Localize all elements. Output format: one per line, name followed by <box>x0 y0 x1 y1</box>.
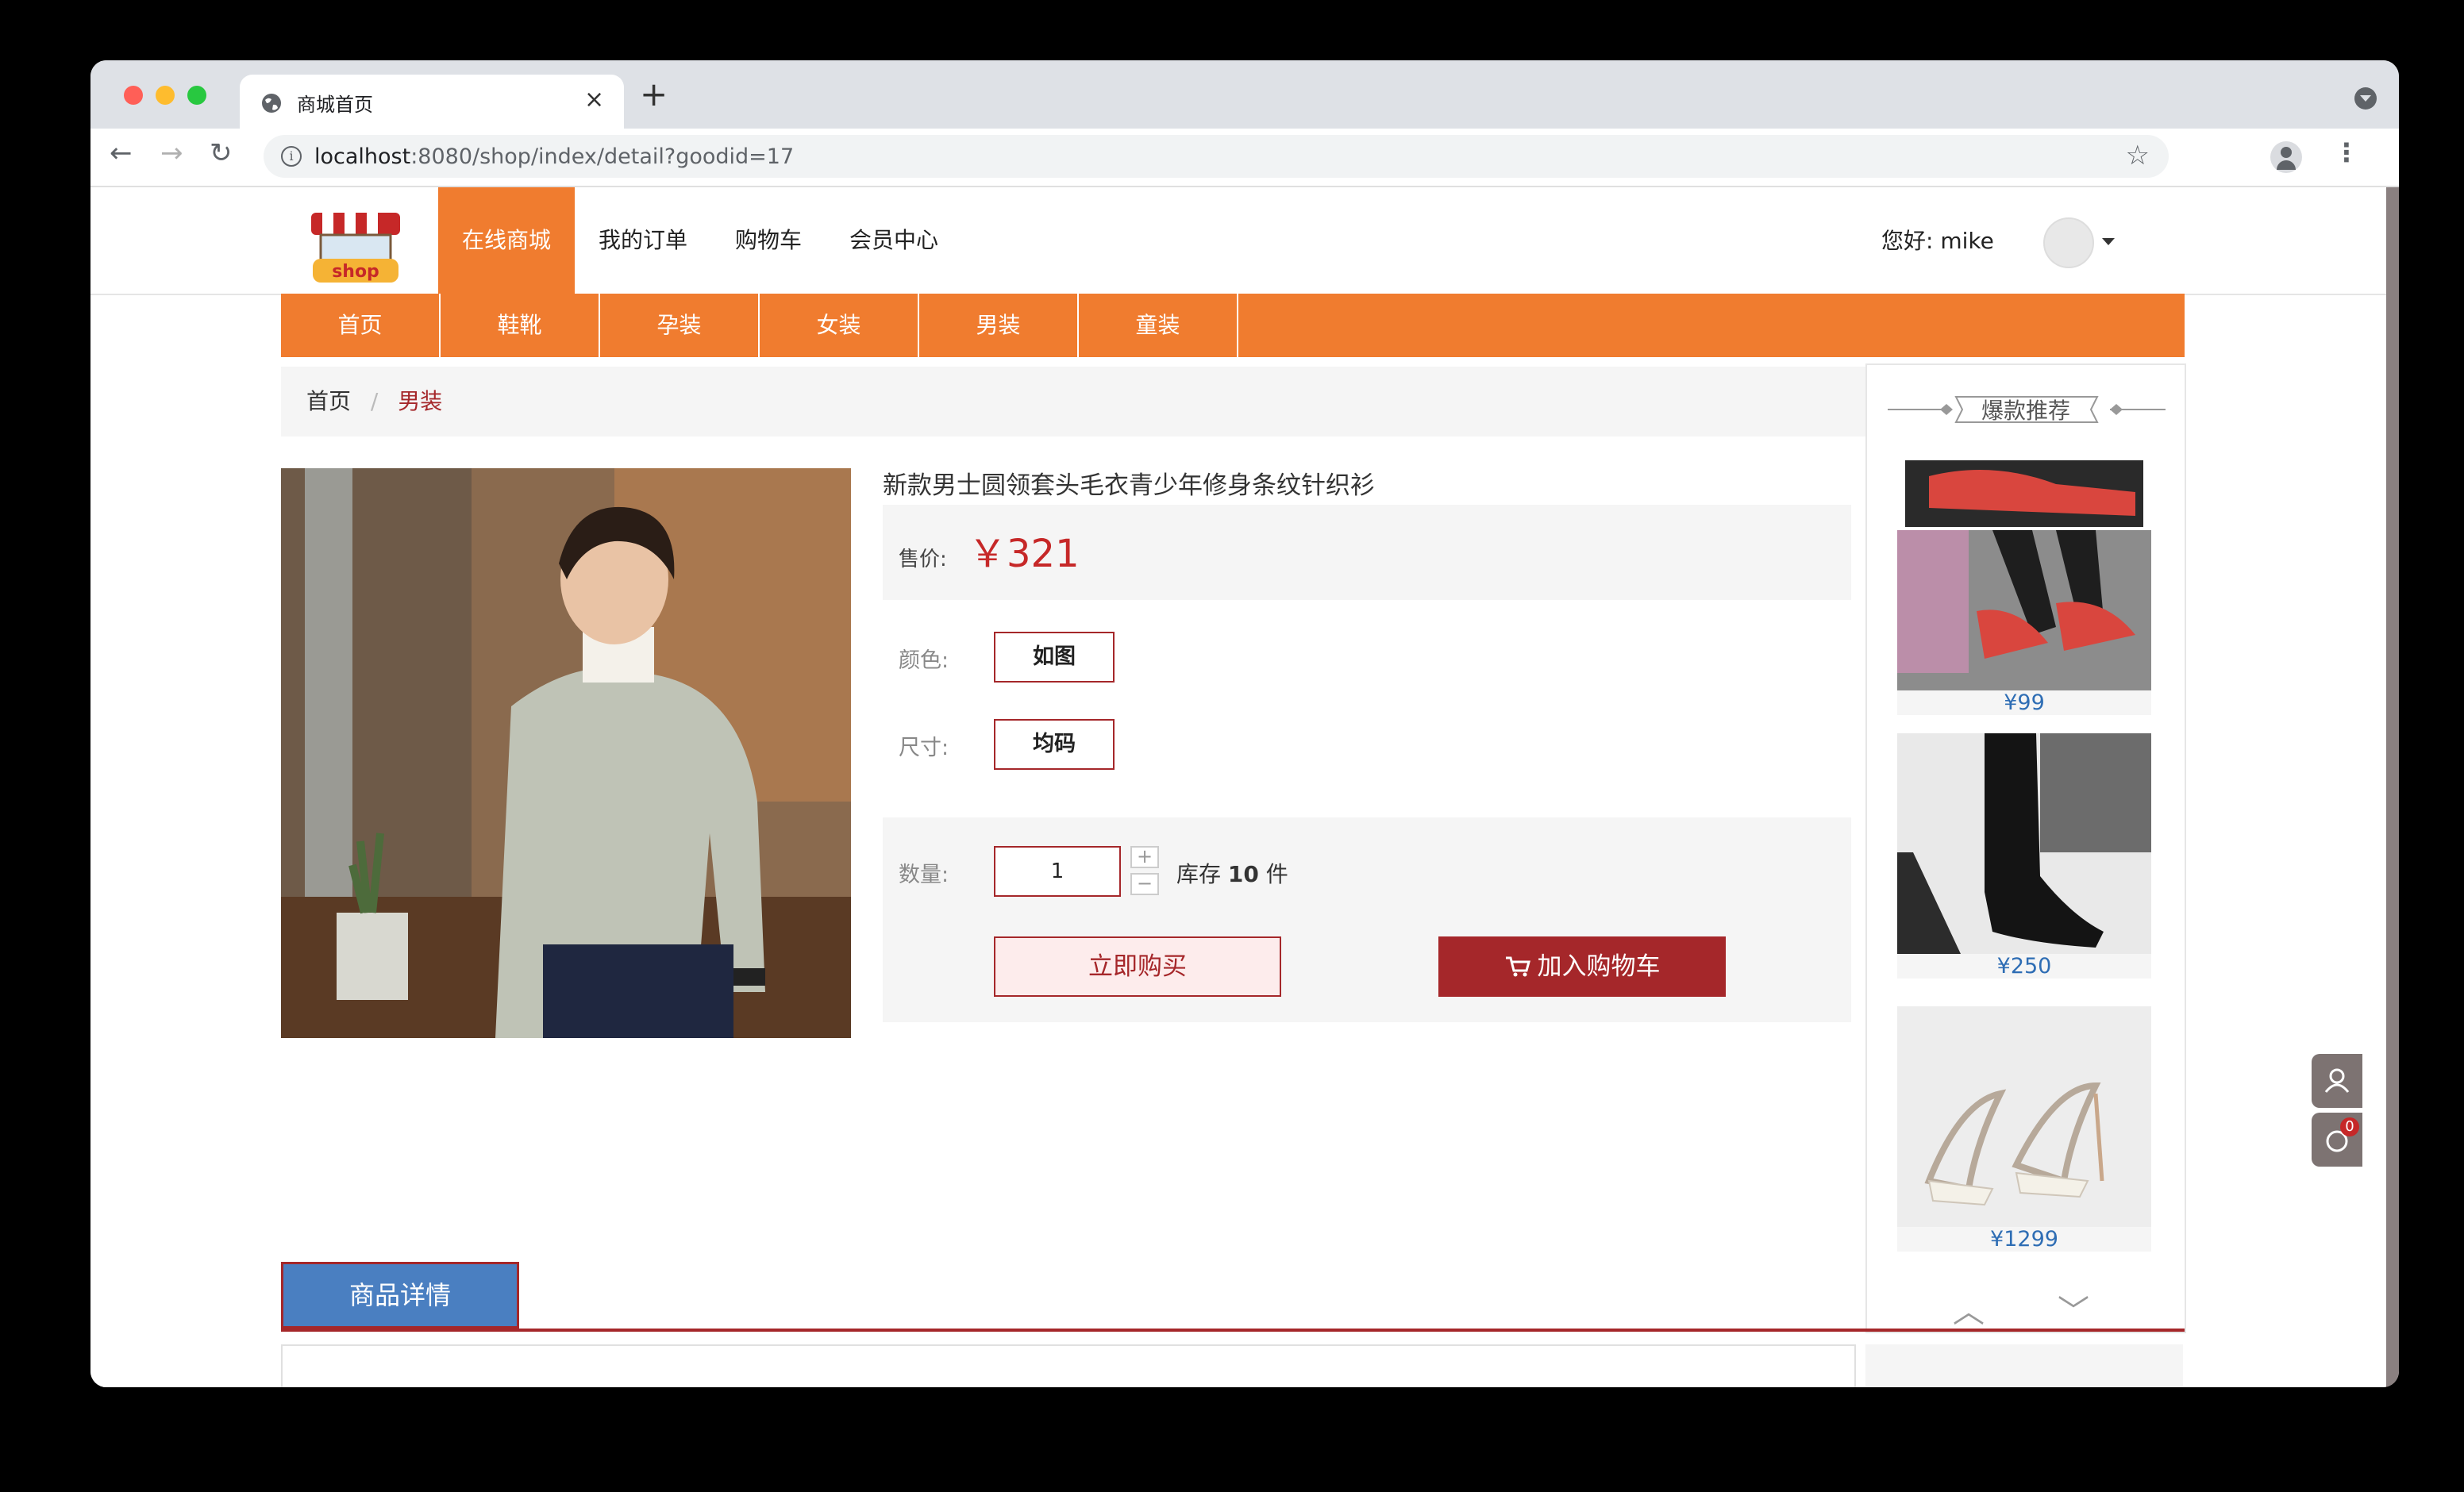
size-option-button[interactable]: 均码 <box>994 719 1115 770</box>
browser-window: 商城首页 × + ← → ↻ i localhost:8080/shop/ind… <box>90 60 2399 1387</box>
stock-info: 库存 10 件 <box>1176 857 1288 889</box>
recommend-price[interactable]: ¥99 <box>1897 690 2151 715</box>
bookmark-star-icon[interactable]: ☆ <box>2126 140 2150 171</box>
cart-icon <box>1505 956 1530 977</box>
color-label: 颜色: <box>899 648 949 673</box>
increase-quantity-button[interactable]: + <box>1130 846 1159 868</box>
float-service-button[interactable]: 0 <box>2312 1113 2362 1167</box>
nav-online-shop[interactable]: 在线商城 <box>438 187 576 294</box>
tab-search-button[interactable] <box>2354 87 2377 110</box>
url-host: localhost <box>314 144 411 169</box>
category-kids[interactable]: 童装 <box>1079 294 1238 357</box>
quantity-label: 数量: <box>899 863 949 887</box>
color-option-button[interactable]: 如图 <box>994 632 1115 683</box>
add-to-cart-button[interactable]: 加入购物车 <box>1438 936 1726 997</box>
zoom-window-button[interactable] <box>187 86 206 105</box>
breadcrumb-current[interactable]: 男装 <box>398 367 442 436</box>
recommend-item[interactable]: ¥250 <box>1897 733 2151 979</box>
add-to-cart-label: 加入购物车 <box>1537 952 1661 981</box>
new-tab-button[interactable]: + <box>640 78 668 111</box>
browser-toolbar: ← → ↻ i localhost:8080/shop/index/detail… <box>90 129 2399 187</box>
size-label: 尺寸: <box>899 736 949 760</box>
minimize-window-button[interactable] <box>156 86 175 105</box>
recommend-item[interactable]: ¥1299 <box>1897 1006 2151 1252</box>
tab-strip: 商城首页 × + <box>90 60 2399 129</box>
breadcrumb-separator: / <box>370 388 379 414</box>
category-home[interactable]: 首页 <box>281 294 441 357</box>
nav-cart[interactable]: 购物车 <box>711 187 826 294</box>
site-header: shop 在线商城 我的订单 购物车 会员中心 您好: mike <box>90 187 2386 295</box>
breadcrumb-home[interactable]: 首页 <box>306 367 351 436</box>
web-page: shop 在线商城 我的订单 购物车 会员中心 您好: mike 首页 鞋靴 孕… <box>90 187 2386 1387</box>
sidebar-title: 爆款推荐 <box>1981 398 2071 424</box>
shop-logo[interactable]: shop <box>303 197 408 286</box>
tab-product-details[interactable]: 商品详情 <box>281 1262 519 1329</box>
reload-button[interactable]: ↻ <box>210 140 233 167</box>
recommend-image-boot <box>1897 733 2151 954</box>
logo-text: shop <box>332 262 379 282</box>
category-men[interactable]: 男装 <box>919 294 1079 357</box>
chevron-down-icon[interactable] <box>2102 238 2115 252</box>
avatar[interactable] <box>2043 217 2094 268</box>
user-greeting: 您好: mike <box>1881 228 1994 254</box>
category-bar: 首页 鞋靴 孕装 女装 男装 童装 <box>281 294 2185 357</box>
recommend-price[interactable]: ¥1299 <box>1897 1227 2151 1252</box>
price-box: 售价: ￥321 <box>883 505 1851 600</box>
profile-icon[interactable] <box>2270 141 2302 173</box>
decrease-quantity-button[interactable]: − <box>1130 873 1159 895</box>
address-bar[interactable]: i localhost:8080/shop/index/detail?goodi… <box>264 135 2169 178</box>
float-user-button[interactable] <box>2312 1054 2362 1108</box>
nav-member-center[interactable]: 会员中心 <box>826 187 962 294</box>
detail-tab-bar: 商品详情 <box>281 1262 2185 1332</box>
product-price: ￥321 <box>968 532 1080 576</box>
product-image <box>281 468 851 1038</box>
category-women[interactable]: 女装 <box>760 294 919 357</box>
sidebar-header: 爆款推荐 <box>1888 392 2166 427</box>
url-text[interactable]: localhost:8080/shop/index/detail?goodid=… <box>314 144 794 169</box>
user-icon <box>2324 1068 2350 1093</box>
recommend-image-sandal <box>1897 1006 2151 1227</box>
quantity-input[interactable]: 1 <box>994 846 1121 897</box>
recommend-item[interactable]: ¥99 <box>1897 460 2151 715</box>
browser-menu-icon[interactable]: ⋮ <box>2334 140 2359 165</box>
stock-count: 10 <box>1227 861 1259 887</box>
stock-unit: 件 <box>1265 861 1288 887</box>
stock-prefix: 库存 <box>1176 861 1222 887</box>
page-scrollbar[interactable] <box>2386 187 2399 1387</box>
nav-my-orders[interactable]: 我的订单 <box>575 187 711 294</box>
site-info-icon[interactable]: i <box>281 146 302 167</box>
breadcrumb: 首页 / 男装 <box>281 367 1869 436</box>
tab-title: 商城首页 <box>297 94 373 116</box>
globe-icon <box>262 94 281 113</box>
purchase-box: 数量: 1 + − 库存 10 件 立即购买 加入购物车 <box>883 817 1851 1022</box>
forward-button[interactable]: → <box>160 140 183 167</box>
detail-content-box <box>281 1344 1856 1387</box>
product-title: 新款男士圆领套头毛衣青少年修身条纹针织衫 <box>883 471 1375 500</box>
buy-now-button[interactable]: 立即购买 <box>994 936 1281 997</box>
recommend-price[interactable]: ¥250 <box>1897 954 2151 979</box>
main-nav: 在线商城 我的订单 购物车 会员中心 <box>438 187 962 294</box>
back-button[interactable]: ← <box>110 140 133 167</box>
browser-tab[interactable]: 商城首页 × <box>240 75 624 129</box>
recommend-image-sneakers <box>1897 460 2151 690</box>
category-maternity[interactable]: 孕装 <box>600 294 760 357</box>
category-shoes[interactable]: 鞋靴 <box>441 294 600 357</box>
hot-recommend-sidebar: 爆款推荐 ¥99 ¥250 ¥1299 ︿ ﹀ <box>1865 363 2186 1333</box>
url-path: :8080/shop/index/detail?goodid=17 <box>410 144 795 169</box>
lower-sidebar-box <box>1865 1344 2183 1387</box>
close-tab-icon[interactable]: × <box>584 86 604 113</box>
close-window-button[interactable] <box>124 86 143 105</box>
notification-badge: 0 <box>2340 1117 2359 1136</box>
price-label: 售价: <box>899 548 947 571</box>
